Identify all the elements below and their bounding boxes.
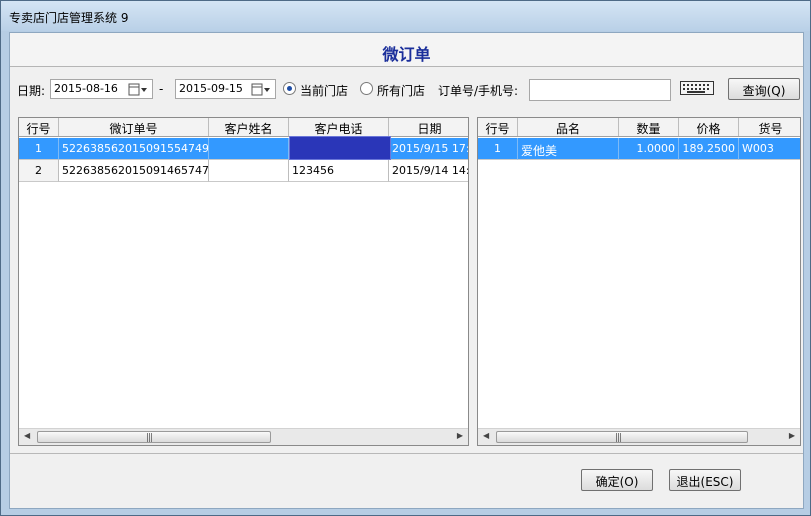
redacted-phone xyxy=(289,136,391,160)
customer-name xyxy=(209,160,289,182)
column-header[interactable]: 价格 xyxy=(679,118,739,136)
column-header[interactable]: 行号 xyxy=(478,118,518,136)
table-row[interactable]: 1 5226385620150915547499​10 2015/9/15 17… xyxy=(19,138,468,160)
radio-all-stores[interactable] xyxy=(360,82,373,95)
items-grid-header: 行号 品名 数量 价格 货号 xyxy=(478,118,800,137)
scroll-left-arrow-icon[interactable]: ◀ xyxy=(24,431,30,440)
dialog-header: 微订单 xyxy=(10,33,803,67)
column-header[interactable]: 货号 xyxy=(739,118,800,136)
customer-name xyxy=(209,138,289,160)
scroll-thumb[interactable]: ||| xyxy=(496,431,748,443)
items-horizontal-scrollbar[interactable]: ◀ ||| ▶ xyxy=(478,428,800,445)
grip-icon: ||| xyxy=(146,433,153,443)
dialog-client-area: 微订单 日期: 2015-08-16 - 2015-09-15 当前门店 所有门… xyxy=(9,32,804,509)
calendar-dropdown-icon[interactable] xyxy=(251,83,271,96)
date-from-value: 2015-08-16 xyxy=(54,82,118,95)
order-phone-input[interactable] xyxy=(529,79,671,101)
orders-horizontal-scrollbar[interactable]: ◀ ||| ▶ xyxy=(19,428,468,445)
order-date: 2015/9/15 17: xyxy=(389,138,468,160)
row-number: 1 xyxy=(19,138,59,160)
order-number: 522638562015091465747510 xyxy=(59,160,209,182)
date-label: 日期: xyxy=(17,84,46,98)
dialog-title: 微订单 xyxy=(382,45,431,64)
grip-icon: ||| xyxy=(615,433,622,443)
orders-grid-header: 行号 微订单号 客户姓名 客户电话 日期 xyxy=(19,118,468,137)
item-price: 189.2500 xyxy=(679,138,739,160)
exit-button[interactable]: 退出(ESC) xyxy=(669,469,741,491)
row-number: 1 xyxy=(478,138,518,160)
table-row[interactable]: 1 爱他美 1.0000 189.2500 W003 xyxy=(478,138,800,160)
window-title: 专卖店门店管理系统 9 xyxy=(9,11,129,25)
date-from-picker[interactable]: 2015-08-16 xyxy=(50,79,153,99)
orders-grid[interactable]: 行号 微订单号 客户姓名 客户电话 日期 1 52263856201509155… xyxy=(18,117,469,446)
column-header[interactable]: 微订单号 xyxy=(59,118,209,136)
title-bar[interactable]: 专卖店门店管理系统 9 xyxy=(1,1,810,31)
order-number: 5226385620150915547499​10 xyxy=(59,138,209,160)
column-header[interactable]: 行号 xyxy=(19,118,59,136)
item-sku: W003 xyxy=(739,138,800,160)
item-name: 爱他美 xyxy=(518,138,619,160)
column-header[interactable]: 品名 xyxy=(518,118,619,136)
scroll-thumb[interactable]: ||| xyxy=(37,431,271,443)
row-number: 2 xyxy=(19,160,59,182)
date-to-picker[interactable]: 2015-09-15 xyxy=(175,79,276,99)
date-separator: - xyxy=(159,82,164,96)
date-to-value: 2015-09-15 xyxy=(179,82,243,95)
item-quantity: 1.0000 xyxy=(619,138,679,160)
radio-current-store[interactable] xyxy=(283,82,296,95)
order-phone-label: 订单号/手机号: xyxy=(438,84,519,98)
column-header[interactable]: 数量 xyxy=(619,118,679,136)
filter-bar: 日期: 2015-08-16 - 2015-09-15 当前门店 所有门店 订单… xyxy=(10,67,803,115)
query-button[interactable]: 查询(Q) xyxy=(728,78,800,100)
ok-button[interactable]: 确定(O) xyxy=(581,469,653,491)
keyboard-icon[interactable] xyxy=(680,81,714,97)
app-window: 专卖店门店管理系统 9 微订单 日期: 2015-08-16 - 2015-09… xyxy=(0,0,811,516)
items-grid[interactable]: 行号 品名 数量 价格 货号 1 爱他美 1.0000 189.2500 W00… xyxy=(477,117,801,446)
radio-current-store-label[interactable]: 当前门店 xyxy=(300,82,348,99)
calendar-dropdown-icon[interactable] xyxy=(128,83,148,96)
customer-phone: 123456 xyxy=(289,160,389,182)
scroll-left-arrow-icon[interactable]: ◀ xyxy=(483,431,489,440)
column-header[interactable]: 客户电话 xyxy=(289,118,389,136)
radio-all-stores-label[interactable]: 所有门店 xyxy=(377,82,425,99)
column-header[interactable]: 客户姓名 xyxy=(209,118,289,136)
footer-divider xyxy=(10,453,803,454)
scroll-right-arrow-icon[interactable]: ▶ xyxy=(789,431,795,440)
order-date: 2015/9/14 14: xyxy=(389,160,468,182)
column-header[interactable]: 日期 xyxy=(389,118,468,136)
table-row[interactable]: 2 522638562015091465747510 123456 2015/9… xyxy=(19,160,468,182)
scroll-right-arrow-icon[interactable]: ▶ xyxy=(457,431,463,440)
